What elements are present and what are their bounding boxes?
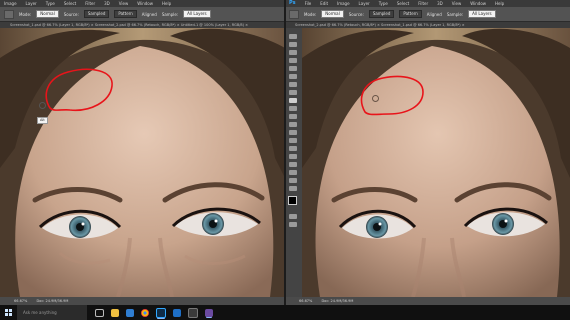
foreground-color-swatch[interactable] bbox=[288, 196, 297, 205]
status-bar: 66.67% Doc: 24.9M/36.9M bbox=[285, 297, 570, 305]
document-canvas[interactable] bbox=[302, 28, 570, 297]
hand-tool-icon[interactable] bbox=[289, 178, 297, 183]
menu-item-image[interactable]: Image bbox=[4, 0, 17, 7]
portrait-photo bbox=[302, 28, 570, 297]
mode-select[interactable]: Normal bbox=[321, 10, 344, 18]
zoom-tool-icon[interactable] bbox=[289, 186, 297, 191]
document-canvas[interactable]: Alt bbox=[0, 28, 285, 297]
marquee-tool-icon[interactable] bbox=[289, 42, 297, 47]
dodge-tool-icon[interactable] bbox=[289, 138, 297, 143]
chrome-icon[interactable] bbox=[141, 308, 149, 317]
clone-stamp-tool-icon[interactable] bbox=[289, 9, 299, 19]
settings-icon[interactable] bbox=[205, 308, 213, 317]
lasso-tool-icon[interactable] bbox=[289, 50, 297, 55]
type-tool-icon[interactable] bbox=[289, 154, 297, 159]
menu-item-filter[interactable]: Filter bbox=[85, 0, 95, 7]
menu-item-image[interactable]: Image bbox=[337, 0, 350, 7]
source-pattern-button[interactable]: Pattern bbox=[399, 10, 422, 18]
red-circle-annotation bbox=[45, 68, 113, 111]
photoshop-logo-icon: Ps bbox=[289, 0, 296, 6]
document-size: Doc: 24.9M/36.9M bbox=[36, 299, 69, 303]
brush-cursor-icon bbox=[372, 95, 379, 102]
status-bar: 66.67% Doc: 24.9M/36.9M bbox=[0, 297, 285, 305]
taskbar: Ask me anything bbox=[0, 305, 570, 320]
tools-panel bbox=[285, 28, 303, 297]
quick-mask-icon[interactable] bbox=[289, 214, 297, 219]
zoom-level[interactable]: 66.67% bbox=[14, 297, 27, 305]
eyedropper-tool-icon[interactable] bbox=[289, 74, 297, 79]
menu-item-view[interactable]: View bbox=[119, 0, 129, 7]
clone-stamp-tool-icon[interactable] bbox=[289, 98, 297, 103]
clone-stamp-tool-icon[interactable] bbox=[4, 9, 14, 19]
menu-item-select[interactable]: Select bbox=[64, 0, 76, 7]
aligned-checkbox[interactable]: Aligned bbox=[427, 12, 442, 17]
screen-mode-icon[interactable] bbox=[289, 222, 297, 227]
store-icon[interactable] bbox=[188, 307, 198, 318]
pen-tool-icon[interactable] bbox=[289, 146, 297, 151]
menu-item-select[interactable]: Select bbox=[397, 0, 409, 7]
mode-select[interactable]: Normal bbox=[36, 10, 59, 18]
menu-item-3d[interactable]: 3D bbox=[437, 0, 443, 7]
window-divider bbox=[284, 0, 286, 305]
move-tool-icon[interactable] bbox=[289, 34, 297, 39]
source-pattern-button[interactable]: Pattern bbox=[114, 10, 137, 18]
menu-item-layer[interactable]: Layer bbox=[359, 0, 370, 7]
menu-bar: Image Layer Type Select Filter 3D View W… bbox=[0, 0, 285, 7]
path-select-tool-icon[interactable] bbox=[289, 162, 297, 167]
taskbar-apps bbox=[87, 307, 213, 318]
mail-icon[interactable] bbox=[173, 308, 181, 317]
red-circle-annotation bbox=[360, 75, 424, 116]
source-label: Source: bbox=[348, 11, 364, 17]
sample-label: Sample: bbox=[161, 11, 179, 17]
menu-item-help[interactable]: Help bbox=[162, 0, 171, 7]
menu-item-filter[interactable]: Filter bbox=[418, 0, 428, 7]
cortana-search-box[interactable]: Ask me anything bbox=[17, 305, 87, 320]
photoshop-window-right: Ps File Edit Image Layer Type Select Fil… bbox=[285, 0, 570, 320]
menu-item-3d[interactable]: 3D bbox=[104, 0, 110, 7]
brush-tool-icon[interactable] bbox=[289, 90, 297, 95]
history-brush-tool-icon[interactable] bbox=[289, 106, 297, 111]
menu-item-layer[interactable]: Layer bbox=[26, 0, 37, 7]
source-label: Source: bbox=[63, 11, 79, 17]
tooltip: Alt bbox=[37, 117, 48, 124]
mode-label: Mode: bbox=[19, 11, 32, 17]
healing-brush-tool-icon[interactable] bbox=[289, 82, 297, 87]
shape-tool-icon[interactable] bbox=[289, 170, 297, 175]
menu-item-edit[interactable]: Edit bbox=[320, 0, 328, 7]
menu-bar: Ps File Edit Image Layer Type Select Fil… bbox=[285, 0, 570, 7]
source-sampled-button[interactable]: Sampled bbox=[368, 10, 395, 18]
zoom-level[interactable]: 66.67% bbox=[299, 297, 312, 305]
aligned-checkbox[interactable]: Aligned bbox=[142, 12, 157, 17]
options-bar: Mode: Normal Source: Sampled Pattern Ali… bbox=[285, 7, 570, 22]
options-bar: Mode: Normal Source: Sampled Pattern Ali… bbox=[0, 7, 285, 22]
menu-item-view[interactable]: View bbox=[452, 0, 462, 7]
menu-item-file[interactable]: File bbox=[305, 0, 312, 7]
document-size: Doc: 24.9M/36.9M bbox=[321, 299, 354, 303]
menu-item-type[interactable]: Type bbox=[46, 0, 55, 7]
blur-tool-icon[interactable] bbox=[289, 130, 297, 135]
start-button[interactable] bbox=[0, 305, 17, 320]
source-sampled-button[interactable]: Sampled bbox=[83, 10, 110, 18]
sample-select[interactable]: All Layers bbox=[468, 10, 496, 18]
file-explorer-icon[interactable] bbox=[111, 308, 119, 317]
photoshop-window-left: Image Layer Type Select Filter 3D View W… bbox=[0, 0, 285, 320]
mode-label: Mode: bbox=[304, 11, 317, 17]
task-view-icon[interactable] bbox=[95, 308, 104, 317]
sample-select[interactable]: All Layers bbox=[183, 10, 211, 18]
windows-logo-icon bbox=[5, 309, 12, 316]
menu-item-type[interactable]: Type bbox=[379, 0, 388, 7]
brush-cursor-icon bbox=[39, 102, 46, 109]
crop-tool-icon[interactable] bbox=[289, 66, 297, 71]
edge-icon[interactable] bbox=[126, 308, 134, 317]
menu-item-help[interactable]: Help bbox=[495, 0, 504, 7]
sample-label: Sample: bbox=[446, 11, 464, 17]
quick-select-tool-icon[interactable] bbox=[289, 58, 297, 63]
gradient-tool-icon[interactable] bbox=[289, 122, 297, 127]
menu-item-window[interactable]: Window bbox=[470, 0, 486, 7]
menu-item-window[interactable]: Window bbox=[137, 0, 153, 7]
eraser-tool-icon[interactable] bbox=[289, 114, 297, 119]
photoshop-icon[interactable] bbox=[156, 307, 166, 318]
